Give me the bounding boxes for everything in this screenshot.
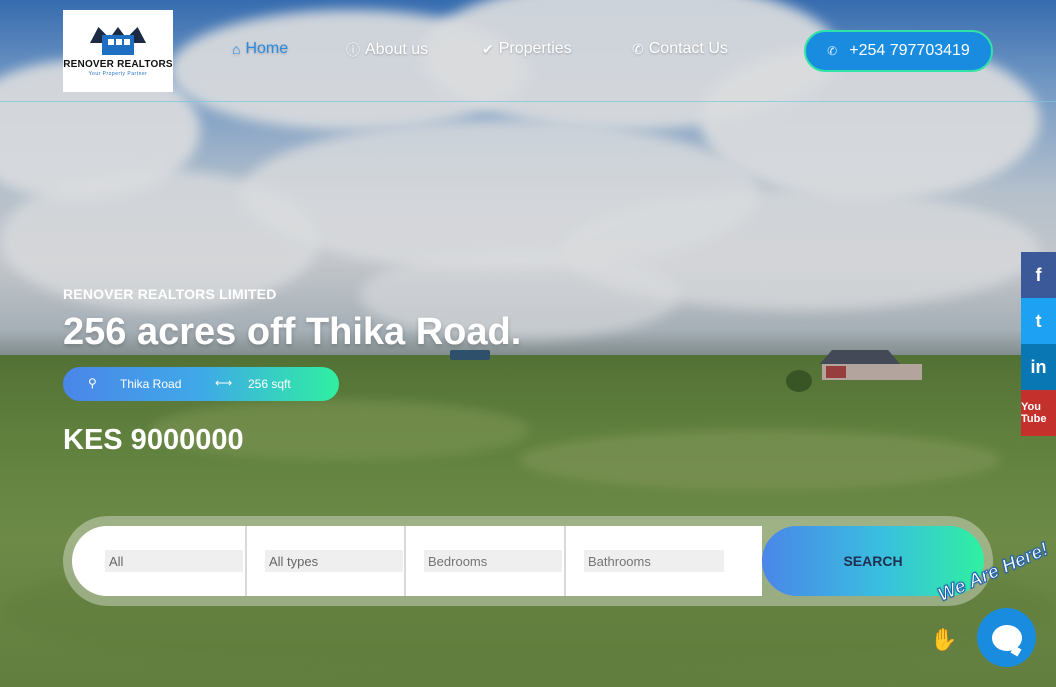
bedrooms-input[interactable]: [424, 550, 562, 572]
chat-bubble-icon: [991, 624, 1022, 651]
search-divider: [245, 526, 247, 596]
nav-item-label: About us: [365, 41, 429, 58]
phone-number: +254 797703419: [849, 42, 970, 59]
nav-item-label: Properties: [498, 40, 572, 57]
location-select[interactable]: [105, 550, 243, 572]
nav-item-home[interactable]: ⌂ Home: [232, 40, 288, 58]
home-icon: ⌂: [232, 41, 241, 57]
logo-name: RENOVER REALTORS: [63, 59, 173, 70]
company-name: RENOVER REALTORS LIMITED: [63, 286, 277, 302]
property-location: Thika Road: [120, 377, 182, 391]
twitter-icon[interactable]: t: [1021, 298, 1056, 344]
nav-item-label: Home: [245, 40, 289, 57]
linkedin-icon[interactable]: in: [1021, 344, 1056, 390]
property-size: 256 sqft: [248, 377, 291, 391]
bathrooms-input[interactable]: [584, 550, 724, 572]
check-icon: ✔: [482, 40, 494, 57]
nav-item-about[interactable]: ⓘ About us: [346, 40, 428, 60]
phone-icon: ✆: [632, 40, 644, 57]
search-divider: [564, 526, 566, 596]
nav-item-properties[interactable]: ✔ Properties: [482, 40, 572, 58]
phone-icon: ✆: [827, 44, 838, 58]
facebook-icon[interactable]: f: [1021, 252, 1056, 298]
property-price: KES 9000000: [63, 424, 244, 456]
nav-item-contact[interactable]: ✆ Contact Us: [632, 40, 728, 58]
property-title: 256 acres off Thika Road.: [63, 311, 522, 353]
logo-tagline: Your Property Partner: [88, 71, 148, 77]
info-icon: ⓘ: [346, 42, 360, 58]
nav-item-label: Contact Us: [648, 40, 728, 57]
phone-call-button[interactable]: ✆ +254 797703419: [804, 30, 993, 72]
search-divider: [404, 526, 406, 596]
property-type-select[interactable]: [265, 550, 403, 572]
site-header: RENOVER REALTORS Your Property Partner ⌂…: [0, 0, 1056, 102]
arrows-horizontal-icon: ⟷: [215, 376, 233, 390]
chat-button[interactable]: [977, 608, 1036, 667]
property-meta-pill: ⚲ Thika Road ⟷ 256 sqft: [63, 367, 339, 401]
waving-hand-icon: ✋: [930, 628, 958, 653]
house-logo-icon: [90, 25, 146, 55]
brand-logo[interactable]: RENOVER REALTORS Your Property Partner: [63, 10, 173, 92]
social-sidebar: f t in You Tube: [1021, 252, 1056, 436]
youtube-icon[interactable]: You Tube: [1021, 390, 1056, 436]
map-pin-icon: ⚲: [88, 376, 97, 390]
